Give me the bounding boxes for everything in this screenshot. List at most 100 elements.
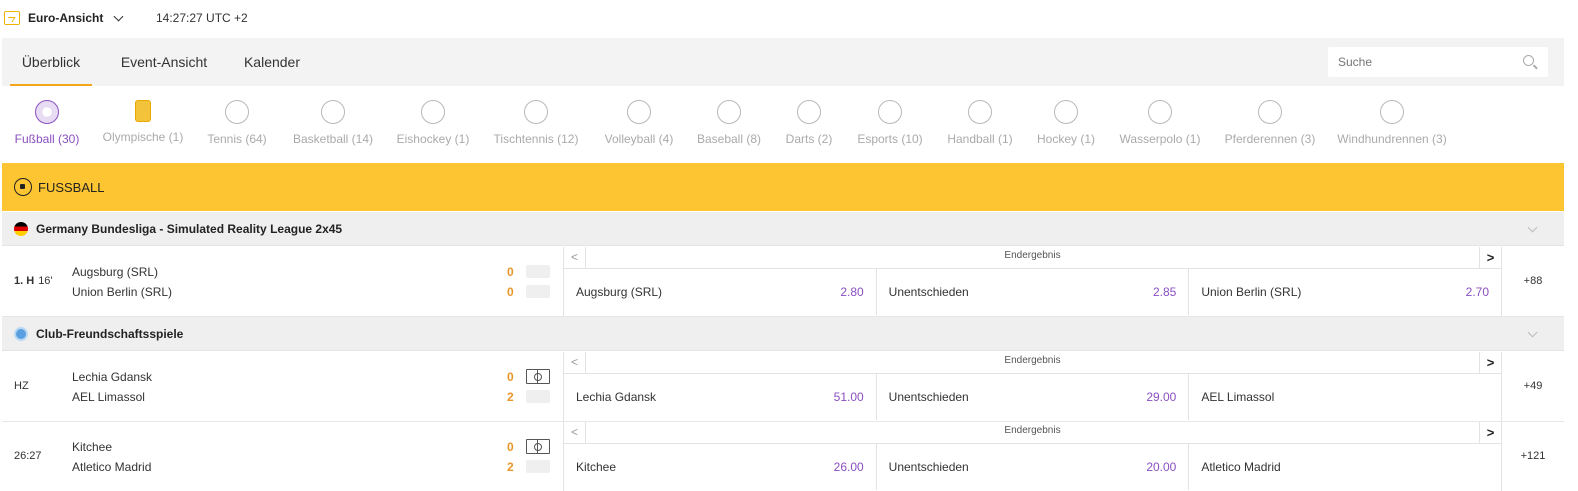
odd-away-button[interactable]: Union Berlin (SRL) 2.70: [1189, 269, 1501, 315]
greyhound-icon: [1380, 100, 1404, 124]
away-team[interactable]: AEL Limassol: [72, 390, 145, 404]
sport-tennis[interactable]: Tennis (64): [204, 100, 270, 146]
sport-hockey[interactable]: Hockey (1): [1034, 100, 1098, 146]
home-score: 0: [507, 265, 514, 279]
odd-draw-button[interactable]: Unentschieden 20.00: [877, 444, 1190, 490]
handball-icon: [968, 100, 992, 124]
sport-tischtennis[interactable]: Tischtennis (12): [490, 100, 582, 146]
sport-windhundrennen[interactable]: Windhundrennen (3): [1336, 100, 1448, 146]
odd-home-button[interactable]: Augsburg (SRL) 2.80: [564, 269, 877, 315]
sport-darts[interactable]: Darts (2): [782, 100, 836, 146]
view-mode-selector[interactable]: Euro-Ansicht: [28, 11, 103, 25]
sport-label: Olympische (1): [102, 130, 184, 144]
sports-filter: Fußball (30) Olympische (1) Tennis (64) …: [0, 88, 1578, 162]
chevron-left-icon[interactable]: <: [564, 247, 586, 268]
market-panel: < Endergebnis > Lechia Gdansk 51.00 Unent…: [563, 352, 1502, 421]
sport-fussball[interactable]: Fußball (30): [14, 100, 80, 146]
odd-label: Union Berlin (SRL): [1201, 285, 1302, 299]
tennis-ball-icon: [225, 100, 249, 124]
odd-away-button[interactable]: AEL Limassol: [1189, 374, 1501, 420]
tab-uberblick[interactable]: Überblick: [10, 38, 92, 86]
away-team[interactable]: Union Berlin (SRL): [72, 285, 172, 299]
stat-box: [526, 390, 550, 403]
odd-draw-button[interactable]: Unentschieden 29.00: [877, 374, 1190, 420]
horse-racing-icon: [1258, 100, 1282, 124]
match-period: 1. H: [14, 275, 35, 287]
basketball-icon: [321, 100, 345, 124]
sport-pferderennen[interactable]: Pferderennen (3): [1222, 100, 1318, 146]
home-team[interactable]: Kitchee: [72, 440, 112, 454]
odd-price: 2.70: [1465, 285, 1490, 299]
pitch-icon[interactable]: [526, 369, 550, 384]
odd-label: Lechia Gdansk: [576, 390, 657, 404]
odd-label: Unentschieden: [888, 285, 969, 299]
more-markets-link[interactable]: +49: [1502, 380, 1564, 392]
sport-eishockey[interactable]: Eishockey (1): [394, 100, 472, 146]
sport-baseball[interactable]: Baseball (8): [694, 100, 764, 146]
sport-volleyball[interactable]: Volleyball (4): [601, 100, 677, 146]
more-markets-link[interactable]: +121: [1502, 450, 1564, 462]
league-title: Germany Bundesliga - Simulated Reality L…: [36, 221, 343, 236]
sport-wasserpolo[interactable]: Wasserpolo (1): [1116, 100, 1204, 146]
home-team[interactable]: Augsburg (SRL): [72, 265, 158, 279]
odd-home-button[interactable]: Kitchee 26.00: [564, 444, 877, 490]
odd-price: 51.00: [833, 390, 864, 404]
section-header: FUSSBALL: [2, 163, 1564, 211]
away-score: 0: [507, 285, 514, 299]
pitch-icon[interactable]: [526, 439, 550, 454]
home-score: 0: [507, 440, 514, 454]
match-row: 26:27 Kitchee Atletico Madrid 0 2 < Ende…: [2, 422, 1564, 491]
dartboard-icon: [797, 100, 821, 124]
hockey-stick-icon: [1054, 100, 1078, 124]
gamepad-icon: [878, 100, 902, 124]
soccer-ball-icon: [35, 100, 59, 124]
odd-price: 26.00: [833, 460, 864, 474]
sport-label: Hockey (1): [1036, 132, 1095, 146]
chevron-right-icon[interactable]: >: [1479, 352, 1501, 373]
sport-label: Tennis (64): [207, 132, 267, 146]
tab-kalender[interactable]: Kalender: [236, 38, 308, 86]
chevron-down-icon[interactable]: [1527, 222, 1538, 233]
sport-basketball[interactable]: Basketball (14): [289, 100, 377, 146]
chevron-down-icon[interactable]: [1527, 327, 1538, 338]
league-header[interactable]: Club-Freundschaftsspiele: [2, 317, 1564, 351]
search-box: [1328, 47, 1548, 77]
home-team[interactable]: Lechia Gdansk: [72, 370, 152, 384]
odd-price: 29.00: [1146, 390, 1177, 404]
odd-draw-button[interactable]: Unentschieden 2.85: [877, 269, 1190, 315]
market-panel: < Endergebnis > Augsburg (SRL) 2.80 Unent…: [563, 247, 1502, 316]
odd-price: 20.00: [1146, 460, 1177, 474]
odd-home-button[interactable]: Lechia Gdansk 51.00: [564, 374, 877, 420]
match-period: 26:27: [14, 450, 42, 462]
odd-label: Augsburg (SRL): [576, 285, 663, 299]
league-title: Club-Freundschaftsspiele: [36, 326, 184, 341]
chevron-down-icon[interactable]: [113, 11, 124, 21]
odd-label: Atletico Madrid: [1201, 460, 1281, 474]
section-title: FUSSBALL: [38, 179, 105, 195]
search-icon[interactable]: [1523, 55, 1534, 66]
away-team[interactable]: Atletico Madrid: [72, 460, 151, 474]
match-row: HZ Lechia Gdansk AEL Limassol 0 2 < Ende…: [2, 352, 1564, 422]
stat-box: [526, 285, 550, 298]
odd-away-button[interactable]: Atletico Madrid: [1189, 444, 1501, 490]
volleyball-icon: [627, 100, 651, 124]
chevron-left-icon[interactable]: <: [564, 352, 586, 373]
league-header[interactable]: Germany Bundesliga - Simulated Reality L…: [2, 212, 1564, 246]
more-markets-link[interactable]: +88: [1502, 275, 1564, 287]
chevron-left-icon[interactable]: <: [564, 422, 586, 443]
tab-event-ansicht[interactable]: Event-Ansicht: [112, 38, 216, 86]
sport-esports[interactable]: Esports (10): [854, 100, 926, 146]
match-minute: 16': [38, 275, 53, 287]
sport-label: Pferderennen (3): [1224, 132, 1316, 146]
search-input[interactable]: [1328, 47, 1508, 77]
sport-label: Volleyball (4): [604, 132, 674, 146]
sport-label: Windhundrennen (3): [1337, 132, 1447, 146]
clock: 14:27:27 UTC +2: [156, 11, 248, 25]
chevron-right-icon[interactable]: >: [1479, 247, 1501, 268]
sport-handball[interactable]: Handball (1): [944, 100, 1016, 146]
odd-label: Unentschieden: [888, 460, 969, 474]
market-panel: < Endergebnis > Kitchee 26.00 Unentschied…: [563, 422, 1502, 491]
chevron-right-icon[interactable]: >: [1479, 422, 1501, 443]
odd-price: 2.85: [1152, 285, 1177, 299]
sport-olympische[interactable]: Olympische (1): [100, 100, 186, 144]
